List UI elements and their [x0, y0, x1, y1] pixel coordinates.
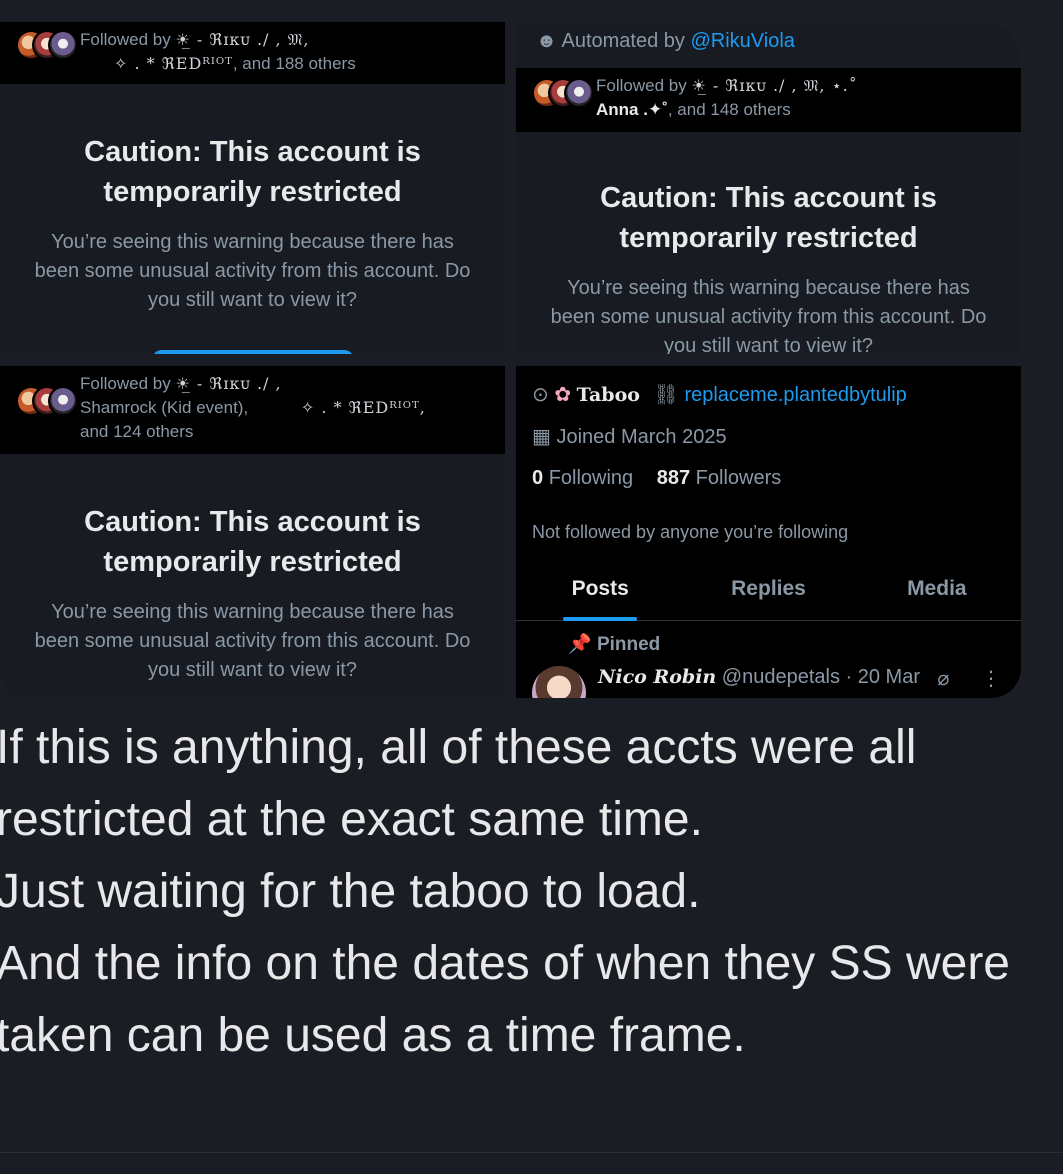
divider	[0, 1152, 1063, 1153]
follow-counts-row: 0 Following 887 Followers	[532, 467, 781, 490]
pin-icon: 📌	[568, 634, 592, 655]
follower-names: ✧ . * ℜEDᴿᴵᴼᵀ	[114, 54, 233, 73]
post-actions: ⌀ ⋮	[937, 666, 1001, 691]
avatar	[48, 386, 78, 416]
followed-by-label: Followed by	[596, 76, 687, 95]
caution-body: You’re seeing this warning because there…	[550, 277, 987, 354]
others-count: , and 148 others	[667, 100, 791, 119]
followers-link[interactable]: 887 Followers	[657, 467, 782, 489]
avatar	[564, 78, 594, 108]
grok-icon[interactable]: ⌀	[937, 668, 949, 690]
caution-title-line1: Caution: This account is	[84, 506, 421, 538]
automated-line: ☻ Automated by @RikuViola	[536, 30, 795, 53]
caution-title-line1: Caution: This account is	[600, 182, 937, 214]
not-followed-notice: Not followed by anyone you’re following	[532, 522, 849, 542]
profile-tabs: Posts Replies Media	[516, 561, 1021, 621]
screenshot-restricted-2: ☻ Automated by @RikuViola Followed by ☀̲…	[516, 22, 1021, 354]
post-author[interactable]: Nico Robin	[598, 666, 716, 688]
profile-url-link[interactable]: replaceme.plantedbytulip	[684, 384, 906, 406]
following-label: Following	[548, 467, 634, 489]
following-count: 0	[532, 467, 544, 489]
link-icon: ⛓	[653, 384, 679, 406]
following-link[interactable]: 0 Following	[532, 467, 633, 489]
caution-body: You’re seeing this warning because there…	[34, 601, 471, 681]
avatar[interactable]	[532, 666, 586, 698]
followed-by-bar[interactable]: Followed by ☀̲ - ℜɪᴋᴜ ./ , 𝔐, ✧ . * ℜEDᴿ…	[0, 22, 505, 84]
post-handle-date: @nudepetals · 20 Mar	[721, 666, 920, 688]
caption-line: taken can be used as a time frame.	[0, 1009, 746, 1062]
location-pin-icon: ⊙	[532, 384, 549, 406]
follower-avatars	[16, 30, 78, 64]
post-meta: Nico Robin @nudepetals · 20 Mar	[598, 666, 920, 689]
caution-message: Caution: This account is temporarily rest…	[516, 178, 1021, 354]
caution-title-line1: Caution: This account is	[84, 136, 421, 168]
automated-label: Automated by	[561, 30, 685, 52]
avatar	[48, 30, 78, 60]
others-count: , and 188 others	[232, 54, 356, 73]
followed-by-bar[interactable]: Followed by ☀̲ - ℜɪᴋᴜ ./ , 𝔐, ⋆.˚ Anna .…	[516, 68, 1021, 132]
caution-title-line2: temporarily restricted	[103, 546, 402, 578]
others-count: and 124 others	[80, 422, 194, 441]
screenshot-restricted-3: Followed by ☀̲ - ℜɪᴋᴜ ./ , Shamrock (Kid…	[0, 366, 505, 698]
pinned-label: 📌 Pinned	[568, 632, 660, 656]
caution-message: Caution: This account is temporarily rest…	[0, 132, 505, 315]
profile-location: Taboo	[576, 384, 640, 406]
profile-location-row: ⊙ ✿ Taboo ⛓ replaceme.plantedbytulip	[532, 382, 907, 407]
joined-date: Joined March 2025	[556, 426, 727, 448]
caption-line: And the info on the dates of when they S…	[0, 937, 1010, 990]
caution-title-line2: temporarily restricted	[619, 222, 918, 254]
view-profile-button[interactable]	[152, 350, 354, 354]
tab-media[interactable]: Media	[853, 561, 1021, 620]
bot-icon: ☻	[536, 30, 558, 52]
followers-count: 887	[656, 467, 691, 489]
pinned-text: Pinned	[596, 634, 661, 655]
follower-name: Anna .✦˚	[596, 100, 668, 119]
tab-replies[interactable]: Replies	[684, 561, 852, 620]
follower-name: Shamrock (Kid event),	[80, 398, 249, 417]
follower-names: ✧ . * ℜEDᴿᴵᴼᵀ,	[300, 398, 426, 417]
screenshot-taboo-profile: ⊙ ✿ Taboo ⛓ replaceme.plantedbytulip ▦ J…	[516, 366, 1021, 698]
automated-handle-link[interactable]: @RikuViola	[690, 30, 794, 52]
screenshot-restricted-1: Followed by ☀̲ - ℜɪᴋᴜ ./ , 𝔐, ✧ . * ℜEDᴿ…	[0, 22, 505, 354]
follower-names: ☀̲ - ℜɪᴋᴜ ./ ,	[175, 374, 282, 393]
followed-by-bar[interactable]: Followed by ☀̲ - ℜɪᴋᴜ ./ , Shamrock (Kid…	[0, 366, 505, 454]
caution-message: Caution: This account is temporarily rest…	[0, 502, 505, 685]
caption-line: restricted at the exact same time.	[0, 793, 703, 846]
caution-title-line2: temporarily restricted	[103, 176, 402, 208]
caption-line: Just waiting for the taboo to load.	[0, 865, 701, 918]
profile-joined-row: ▦ Joined March 2025	[532, 424, 727, 449]
follower-names: ☀̲ - ℜɪᴋᴜ ./ , 𝔐, ⋆.˚	[691, 76, 858, 95]
follower-names: ☀̲ - ℜɪᴋᴜ ./ , 𝔐,	[175, 30, 310, 49]
follower-avatars	[532, 78, 594, 112]
followers-label: Followers	[695, 467, 782, 489]
tab-posts[interactable]: Posts	[516, 561, 684, 621]
follower-avatars	[16, 386, 78, 420]
pinned-post[interactable]: Nico Robin @nudepetals · 20 Mar ⌀ ⋮	[532, 666, 1021, 698]
post-caption: If this is anything, all of these accts …	[0, 712, 1059, 1072]
flower-icon: ✿	[554, 384, 572, 406]
calendar-icon: ▦	[532, 426, 551, 448]
followed-by-label: Followed by	[80, 374, 171, 393]
more-options-icon[interactable]: ⋮	[981, 668, 1001, 690]
caption-line: If this is anything, all of these accts …	[0, 721, 917, 774]
followed-by-label: Followed by	[80, 30, 171, 49]
caution-body: You’re seeing this warning because there…	[34, 231, 471, 311]
